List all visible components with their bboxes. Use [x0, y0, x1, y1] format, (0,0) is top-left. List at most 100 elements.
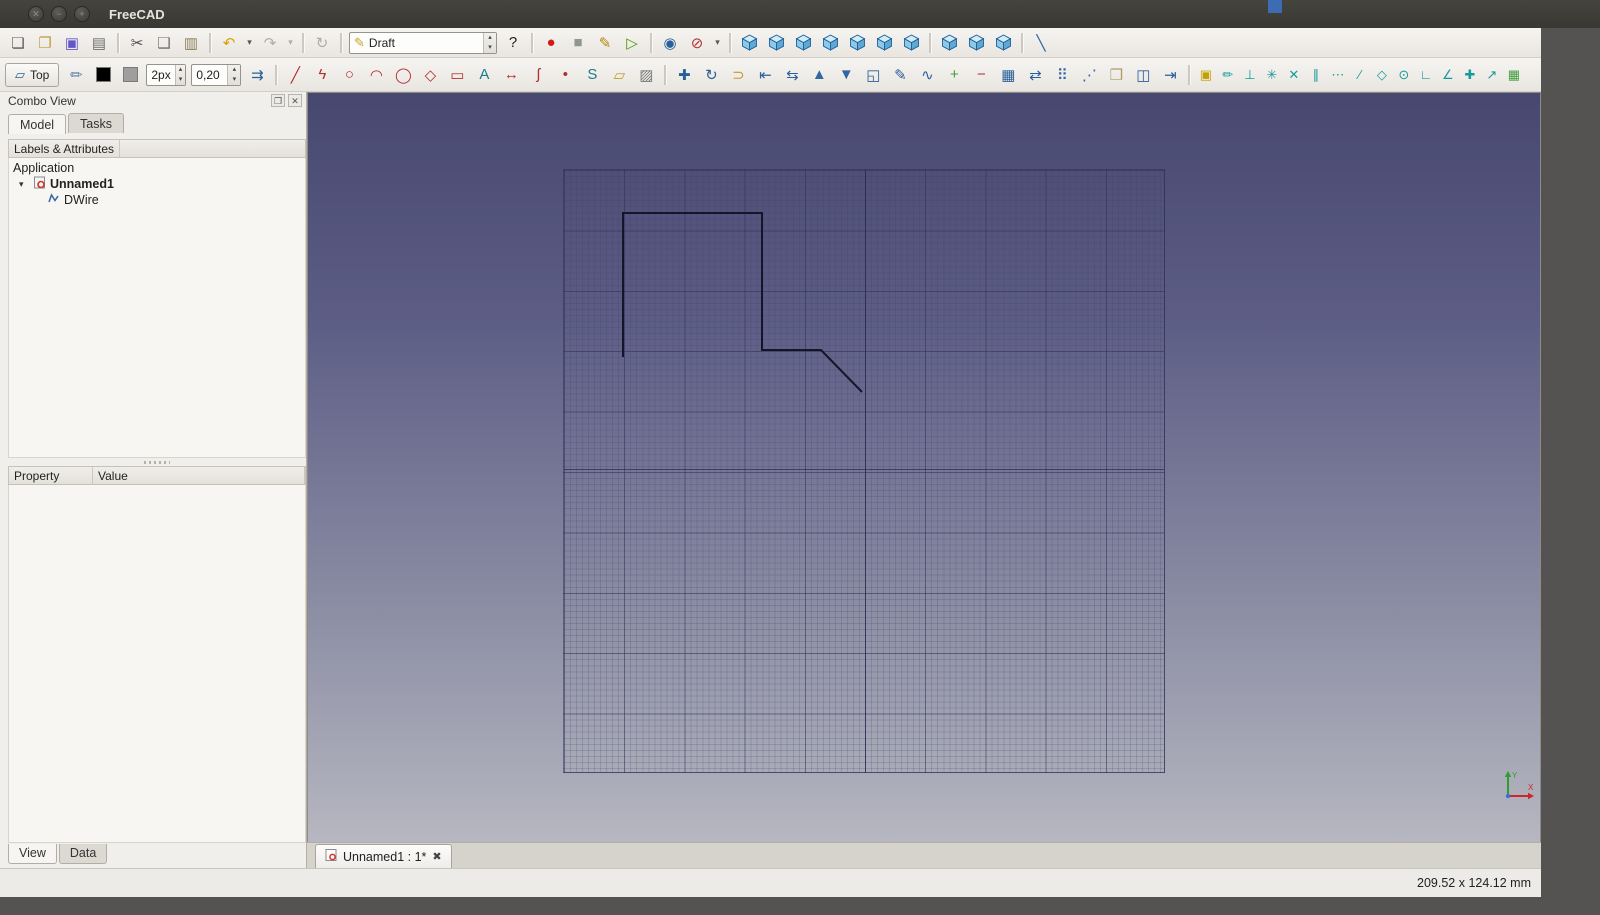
- wire-to-bspline-icon[interactable]: ∿: [914, 63, 940, 87]
- front-view-icon[interactable]: [763, 31, 789, 55]
- redo-icon[interactable]: ↷: [257, 31, 283, 55]
- snap-grid-icon[interactable]: ✳: [1261, 63, 1282, 87]
- undo-icon[interactable]: ↶: [216, 31, 242, 55]
- downgrade-tool-icon[interactable]: ▼: [833, 63, 859, 87]
- dimetric-view-icon[interactable]: [963, 31, 989, 55]
- redo-menu-icon[interactable]: ▾: [284, 31, 297, 55]
- offset-tool-icon[interactable]: ⊃: [725, 63, 751, 87]
- tab-model[interactable]: Model: [8, 114, 67, 134]
- print-icon[interactable]: ▤: [86, 31, 112, 55]
- draw-style-menu-icon[interactable]: ▾: [711, 31, 724, 55]
- draw-style-icon[interactable]: ⊘: [684, 31, 710, 55]
- snap-dimensions-icon[interactable]: ✚: [1459, 63, 1480, 87]
- autogroup-icon[interactable]: ⇉: [244, 63, 270, 87]
- property-column-header[interactable]: Property: [9, 467, 93, 484]
- snap-working-plane-icon[interactable]: ↗: [1481, 63, 1502, 87]
- whatsthis-icon[interactable]: ?: [500, 31, 526, 55]
- array-tool-icon[interactable]: ⠿: [1049, 63, 1075, 87]
- macro-play-icon[interactable]: ▷: [619, 31, 645, 55]
- hatch-tool-icon[interactable]: ▨: [633, 63, 659, 87]
- ellipse-tool-icon[interactable]: ◯: [390, 63, 416, 87]
- top-view-icon[interactable]: [790, 31, 816, 55]
- macro-stop-icon[interactable]: ■: [565, 31, 591, 55]
- snap-angle-icon[interactable]: ◇: [1371, 63, 1392, 87]
- mirror-tool-icon[interactable]: ◫: [1130, 63, 1156, 87]
- grid-toggle-icon[interactable]: ▦: [1503, 63, 1524, 87]
- shapestring-tool-icon[interactable]: S: [579, 63, 605, 87]
- rear-view-icon[interactable]: [844, 31, 870, 55]
- snap-endpoint-icon[interactable]: ✏: [1217, 63, 1238, 87]
- arc-tool-icon[interactable]: ◠: [363, 63, 389, 87]
- open-file-icon[interactable]: ❐: [32, 31, 58, 55]
- line-width-spinner[interactable]: 2px ▴ ▾: [146, 63, 187, 86]
- workbench-selector-down-icon[interactable]: ▾: [484, 43, 496, 53]
- line-color-swatch[interactable]: [90, 63, 116, 87]
- axonometric-view-icon[interactable]: [736, 31, 762, 55]
- float-panel-icon[interactable]: ❐: [271, 94, 285, 107]
- workbench-selector-up-icon[interactable]: ▴: [484, 33, 496, 43]
- text-tool-icon[interactable]: A: [471, 63, 497, 87]
- document-tab[interactable]: Unnamed1 : 1* ✖: [315, 844, 452, 868]
- refresh-icon[interactable]: ↻: [309, 31, 335, 55]
- facebinder-tool-icon[interactable]: ▱: [606, 63, 632, 87]
- right-view-icon[interactable]: [817, 31, 843, 55]
- measure-distance-icon[interactable]: ╲: [1028, 31, 1054, 55]
- macro-edit-icon[interactable]: ✎: [592, 31, 618, 55]
- circle-tool-icon[interactable]: ○: [336, 63, 362, 87]
- snap-lock-icon[interactable]: ▣: [1195, 63, 1216, 87]
- maximize-button[interactable]: +: [74, 6, 90, 22]
- text-scale-spinner-up-icon[interactable]: ▴: [228, 65, 240, 75]
- tab-data[interactable]: Data: [58, 844, 108, 864]
- stretch-tool-icon[interactable]: ⇆: [779, 63, 805, 87]
- new-file-icon[interactable]: ❏: [5, 31, 31, 55]
- snap-parallel-icon[interactable]: ∥: [1305, 63, 1326, 87]
- scale-tool-icon[interactable]: ◱: [860, 63, 886, 87]
- remove-point-icon[interactable]: −: [968, 63, 994, 87]
- tree-item-document[interactable]: ▾ Unnamed1: [9, 176, 305, 192]
- text-scale-spinner-down-icon[interactable]: ▾: [228, 75, 240, 85]
- snap-intersection-icon[interactable]: ✕: [1283, 63, 1304, 87]
- panel-splitter[interactable]: [8, 458, 306, 466]
- polygon-tool-icon[interactable]: ◇: [417, 63, 443, 87]
- undo-menu-icon[interactable]: ▾: [243, 31, 256, 55]
- snap-center-icon[interactable]: ⊙: [1393, 63, 1414, 87]
- face-color-swatch[interactable]: [117, 63, 143, 87]
- draft-to-sketch-icon[interactable]: ⇄: [1022, 63, 1048, 87]
- bspline-tool-icon[interactable]: ʃ: [525, 63, 551, 87]
- snap-extension-icon[interactable]: ⋯: [1327, 63, 1348, 87]
- text-scale-spinner[interactable]: 0,20 ▴ ▾: [191, 63, 242, 86]
- path-array-icon[interactable]: ⋰: [1076, 63, 1102, 87]
- viewport-3d[interactable]: Y X: [307, 92, 1541, 842]
- fit-all-icon[interactable]: ◉: [657, 31, 683, 55]
- add-point-icon[interactable]: +: [941, 63, 967, 87]
- move-to-group-icon[interactable]: ⇥: [1157, 63, 1183, 87]
- working-plane-button[interactable]: ▱ Top: [5, 62, 60, 87]
- tab-view[interactable]: View: [8, 844, 57, 864]
- clone-tool-icon[interactable]: ❒: [1103, 63, 1129, 87]
- tree-item-application[interactable]: Application: [9, 160, 305, 176]
- polyline-tool-icon[interactable]: ϟ: [309, 63, 335, 87]
- paste-icon[interactable]: ▥: [178, 31, 204, 55]
- trimetric-view-icon[interactable]: [990, 31, 1016, 55]
- save-icon[interactable]: ▣: [59, 31, 85, 55]
- bottom-view-icon[interactable]: [871, 31, 897, 55]
- close-button[interactable]: ✕: [28, 6, 44, 22]
- upgrade-tool-icon[interactable]: ▲: [806, 63, 832, 87]
- move-tool-icon[interactable]: ✚: [671, 63, 697, 87]
- snap-special-icon[interactable]: ∠: [1437, 63, 1458, 87]
- construction-mode-icon[interactable]: ✏: [63, 63, 89, 87]
- rotate-tool-icon[interactable]: ↻: [698, 63, 724, 87]
- cut-icon[interactable]: ✂: [124, 31, 150, 55]
- isometric-view-icon[interactable]: [936, 31, 962, 55]
- dwire-sketch[interactable]: [563, 169, 1165, 773]
- dimension-tool-icon[interactable]: ↔: [498, 63, 524, 87]
- trimex-tool-icon[interactable]: ⇤: [752, 63, 778, 87]
- line-width-spinner-down-icon[interactable]: ▾: [176, 75, 186, 85]
- point-tool-icon[interactable]: •: [552, 63, 578, 87]
- rectangle-tool-icon[interactable]: ▭: [444, 63, 470, 87]
- line-width-spinner-up-icon[interactable]: ▴: [176, 65, 186, 75]
- macro-record-icon[interactable]: ●: [538, 31, 564, 55]
- snap-perpendicular-icon[interactable]: ⊥: [1239, 63, 1260, 87]
- tree-item-dwire[interactable]: DWire: [9, 192, 305, 208]
- copy-icon[interactable]: ❑: [151, 31, 177, 55]
